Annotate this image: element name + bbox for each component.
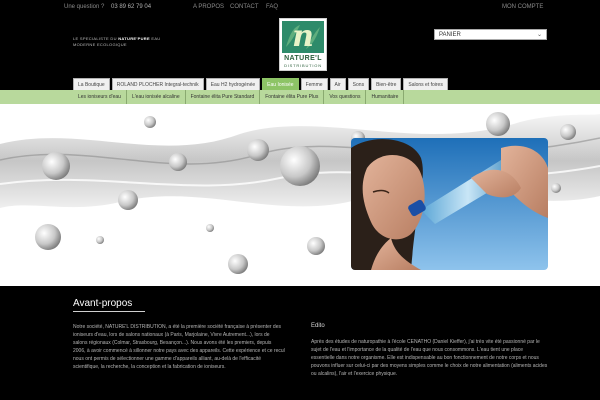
nav-tab-air[interactable]: Air [329,78,346,90]
sub-nav-eau-alcaline[interactable]: L'eau ionisée alcaline [127,90,186,104]
site-tagline: LE SPECIALISTE DU NATURE'PURE EAU MODERN… [73,36,160,48]
section-title: Avant-propos [73,298,145,312]
link-a-propos[interactable]: A PROPOS [193,4,224,10]
nav-tab-roland-plocher[interactable]: ROLAND PLOCHER Integral-technik [111,78,204,90]
sub-nav: Les ioniseurs d'eau L'eau ionisée alcali… [0,90,600,104]
logo-letter: n [292,21,314,53]
cart-dropdown[interactable]: PANIER ⌄ [434,29,547,40]
tagline-suffix: EAU [151,36,161,41]
sub-nav-ioniseurs[interactable]: Les ioniseurs d'eau [73,90,127,104]
question-label: Une question ? [64,4,105,10]
edito-title: Edito [311,323,325,329]
chevron-down-icon: ⌄ [536,32,542,38]
main-nav: La Boutique ROLAND PLOCHER Integral-tech… [73,78,450,90]
edito-text: Après des études de naturopathie à l'éco… [311,339,548,377]
sub-nav-humanitaire[interactable]: Humanitaire [366,90,405,104]
nav-tab-salons[interactable]: Salons et foires [403,78,448,90]
link-contact[interactable]: CONTACT [230,4,259,10]
nav-tab-eau-ionisee[interactable]: Eau Ionisée [262,78,299,90]
cart-label: PANIER [439,32,461,38]
nav-tab-boutique[interactable]: La Boutique [73,78,110,90]
nav-tab-eau-h2[interactable]: Eau H2 hydrogénée [205,78,261,90]
tagline-brand: NATURE'PURE [118,36,150,41]
logo-subtitle: DISTRIBUTION [284,63,322,68]
nav-tab-bien-etre[interactable]: Bien-être [371,78,402,90]
phone-number[interactable]: 03 89 62 79 04 [111,4,151,10]
tagline-line2: MODERNE ECOLOGIQUE [73,42,127,47]
nav-tab-femme[interactable]: Femme [300,78,328,90]
logo-wordmark: NATURE'L [284,55,322,62]
top-bar: Une question ? 03 89 62 79 04 A PROPOS C… [0,0,600,14]
account-link[interactable]: MON COMPTE [502,4,543,10]
site-logo[interactable]: n NATURE'L DISTRIBUTION [279,18,327,71]
link-faq[interactable]: FAQ [266,4,278,10]
sub-nav-fontaine-standard[interactable]: Fontaine élita Pure Standard [186,90,261,104]
logo-icon: n [282,21,324,53]
sub-nav-questions[interactable]: Vos questions [324,90,367,104]
nav-tab-sons[interactable]: Sons [347,78,370,90]
sub-nav-fontaine-plus[interactable]: Fontaine élita Pure Plus [260,90,325,104]
hero-photo [351,138,548,270]
tagline-prefix: LE SPECIALISTE DU [73,36,117,41]
intro-text: Notre société, NATURE'L DISTRIBUTION, a … [73,324,285,370]
page: Une question ? 03 89 62 79 04 A PROPOS C… [0,0,600,400]
